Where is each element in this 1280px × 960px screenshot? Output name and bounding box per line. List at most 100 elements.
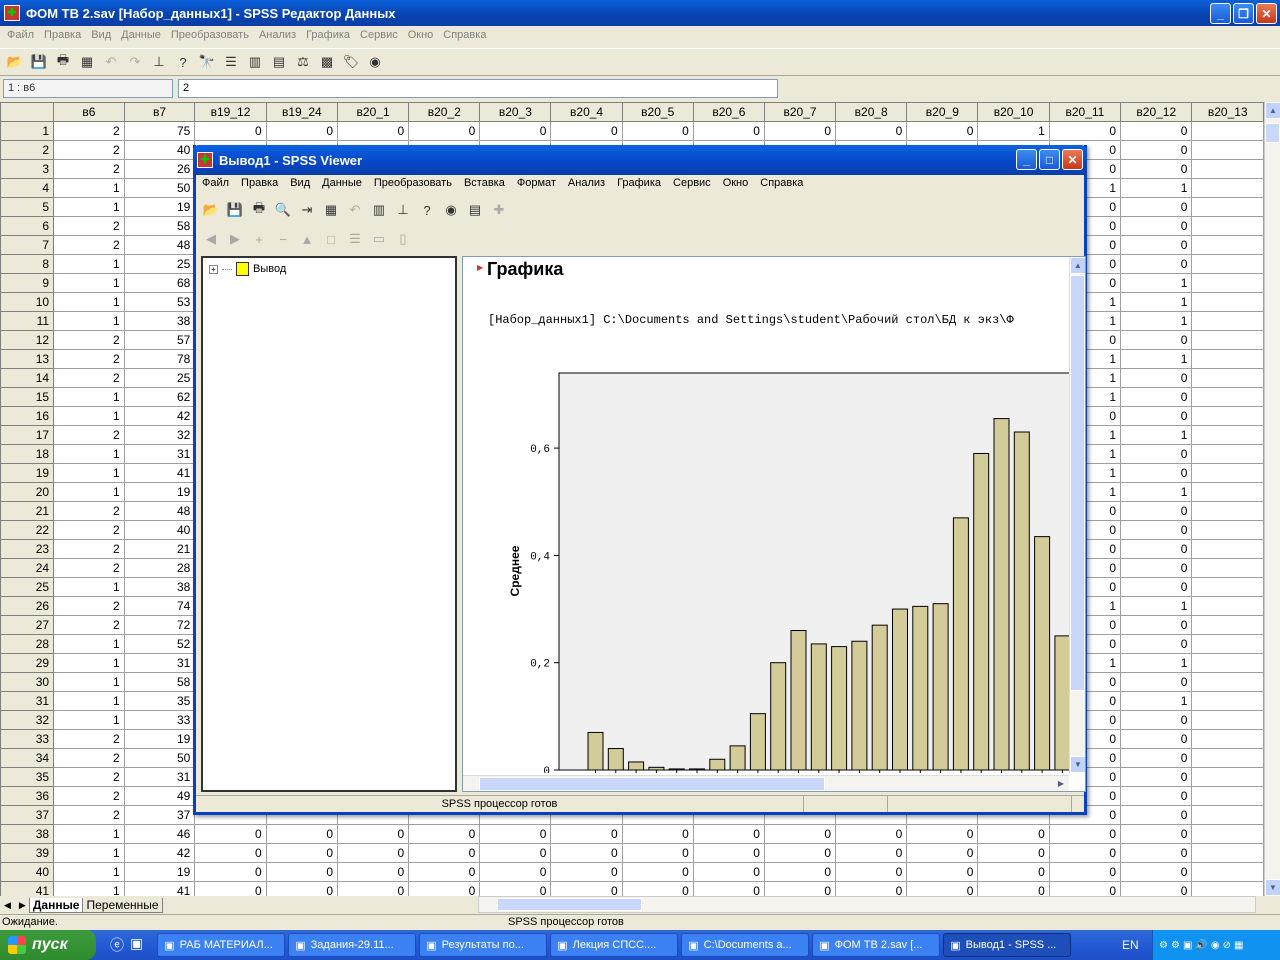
data-cell[interactable]: 41: [123, 881, 196, 896]
data-cell[interactable]: [1191, 843, 1264, 863]
tray-icon-3[interactable]: ▣: [1183, 940, 1192, 951]
insert-heading-icon[interactable]: ☰: [344, 228, 366, 250]
data-cell[interactable]: 1: [1120, 596, 1193, 616]
data-cell[interactable]: 0: [265, 121, 339, 141]
data-cell[interactable]: 1: [1120, 292, 1193, 312]
data-cell[interactable]: 0: [408, 881, 481, 896]
data-cell[interactable]: 0: [1120, 767, 1193, 787]
outline-pane[interactable]: + Вывод: [201, 256, 457, 792]
tray-icon-1[interactable]: ⚙: [1159, 940, 1168, 951]
bar[interactable]: [668, 768, 685, 771]
data-cell[interactable]: 0: [1120, 159, 1193, 179]
data-cell[interactable]: 57: [123, 330, 196, 350]
data-cell[interactable]: 0: [550, 843, 623, 863]
data-cell[interactable]: 1: [1120, 311, 1193, 331]
row-header[interactable]: 39: [0, 843, 55, 863]
data-cell[interactable]: 0: [835, 843, 908, 863]
viewer-menu-item-11[interactable]: Справка: [754, 177, 809, 189]
demote-icon[interactable]: ▶: [224, 228, 246, 250]
corner-cell[interactable]: [0, 102, 55, 122]
data-cell[interactable]: 0: [1120, 577, 1193, 597]
data-cell[interactable]: 2: [53, 121, 125, 141]
data-cell[interactable]: 2: [53, 729, 125, 749]
data-cell[interactable]: 0: [408, 824, 481, 844]
data-cell[interactable]: 0: [621, 121, 694, 141]
data-cell[interactable]: [1191, 786, 1264, 806]
data-cell[interactable]: 42: [123, 843, 196, 863]
task-button[interactable]: ▣ Результаты по...: [419, 933, 548, 957]
menu-item-2[interactable]: Вид: [86, 29, 116, 41]
menu-item-7[interactable]: Сервис: [355, 29, 403, 41]
ie-icon[interactable]: ⓔ: [110, 935, 124, 955]
row-header[interactable]: 40: [0, 862, 55, 882]
data-cell[interactable]: [1191, 710, 1264, 730]
data-cell[interactable]: 53: [123, 292, 196, 312]
viewer-maximize-button[interactable]: □: [1039, 149, 1060, 170]
content-hscroll-thumb[interactable]: [479, 777, 825, 791]
value-labels-icon[interactable]: 🏷: [340, 51, 362, 73]
data-cell[interactable]: [1191, 805, 1264, 825]
data-cell[interactable]: 0: [550, 121, 623, 141]
data-cell[interactable]: 1: [977, 121, 1050, 141]
column-header[interactable]: в20_8: [835, 102, 908, 122]
data-cell[interactable]: 40: [123, 520, 196, 540]
data-cell[interactable]: 25: [123, 368, 196, 388]
bar[interactable]: [912, 605, 929, 771]
data-cell[interactable]: 2: [53, 805, 125, 825]
data-cell[interactable]: 2: [53, 368, 125, 388]
task-button[interactable]: ▣ C:\Documents a...: [681, 933, 810, 957]
data-cell[interactable]: [1191, 558, 1264, 578]
data-cell[interactable]: 0: [265, 881, 339, 896]
data-cell[interactable]: 0: [1120, 672, 1193, 692]
data-cell[interactable]: 0: [977, 862, 1050, 882]
data-cell[interactable]: [1191, 577, 1264, 597]
row-header[interactable]: 36: [0, 786, 55, 806]
data-cell[interactable]: 0: [763, 824, 837, 844]
row-header[interactable]: 15: [0, 387, 55, 407]
data-cell[interactable]: 0: [1120, 539, 1193, 559]
data-cell[interactable]: 38: [123, 577, 196, 597]
row-header[interactable]: 19: [0, 463, 55, 483]
data-cell[interactable]: [1191, 501, 1264, 521]
insert-text-icon[interactable]: ▯: [392, 228, 414, 250]
row-header[interactable]: 17: [0, 425, 55, 445]
start-button[interactable]: пуск: [0, 930, 96, 960]
desktop-icon[interactable]: ▣: [130, 935, 143, 955]
grid-horizontal-scrollbar[interactable]: [478, 896, 1256, 913]
data-cell[interactable]: 0: [1120, 444, 1193, 464]
data-cell[interactable]: 0: [621, 881, 694, 896]
bar[interactable]: [1054, 635, 1071, 771]
data-cell[interactable]: 0: [265, 862, 339, 882]
data-cell[interactable]: 0: [692, 862, 765, 882]
data-cell[interactable]: [1191, 349, 1264, 369]
column-header[interactable]: в20_5: [621, 102, 694, 122]
data-cell[interactable]: [1191, 159, 1264, 179]
data-cell[interactable]: 2: [53, 596, 125, 616]
bar[interactable]: [729, 745, 746, 771]
grid-vertical-scrollbar[interactable]: ▲ ▼: [1264, 102, 1280, 896]
data-cell[interactable]: 0: [621, 862, 694, 882]
expand-toggle-icon[interactable]: +: [209, 264, 218, 274]
column-header[interactable]: в20_10: [977, 102, 1050, 122]
hscroll-thumb[interactable]: [497, 898, 642, 911]
data-cell[interactable]: 31: [123, 653, 196, 673]
data-cell[interactable]: 0: [692, 121, 765, 141]
data-cell[interactable]: 50: [123, 748, 196, 768]
data-cell[interactable]: 78: [123, 349, 196, 369]
row-header[interactable]: 26: [0, 596, 55, 616]
row-header[interactable]: 31: [0, 691, 55, 711]
bar[interactable]: [831, 646, 848, 771]
data-cell[interactable]: 58: [123, 672, 196, 692]
column-header[interactable]: в20_6: [692, 102, 765, 122]
data-cell[interactable]: 0: [692, 843, 765, 863]
row-header[interactable]: 24: [0, 558, 55, 578]
data-cell[interactable]: 0: [1120, 330, 1193, 350]
data-cell[interactable]: 74: [123, 596, 196, 616]
data-cell[interactable]: 19: [123, 729, 196, 749]
column-header[interactable]: в20_3: [479, 102, 552, 122]
content-horizontal-scrollbar[interactable]: ▶: [463, 775, 1069, 791]
row-header[interactable]: 20: [0, 482, 55, 502]
designate-window-icon[interactable]: ▤: [464, 199, 486, 221]
outline-root-item[interactable]: + Вывод: [209, 262, 286, 276]
viewer-menu-item-0[interactable]: Файл: [196, 177, 235, 189]
